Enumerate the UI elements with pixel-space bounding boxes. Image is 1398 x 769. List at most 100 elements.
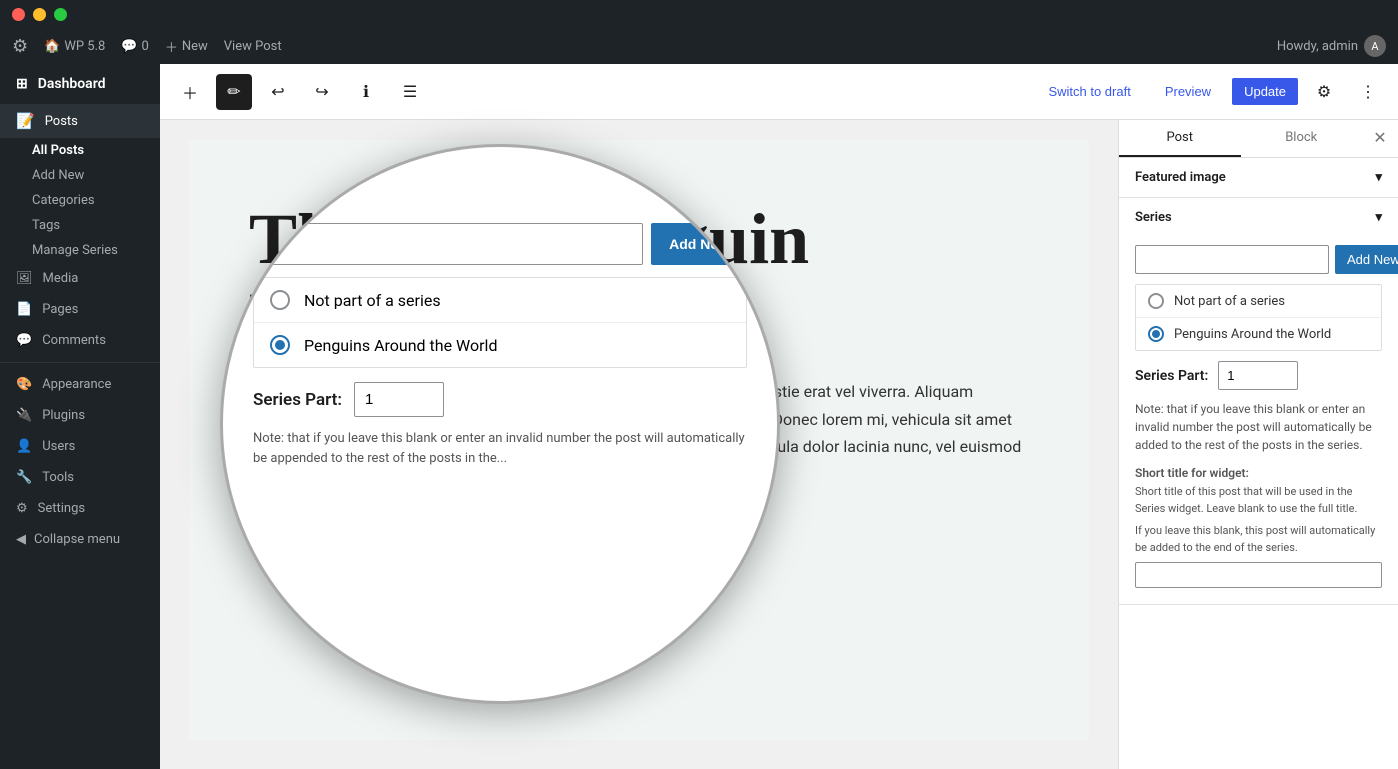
series-input-row: Add New [1135,245,1382,274]
site-name[interactable]: 🏠 WP 5.8 [44,39,105,54]
mag-series-item-1[interactable]: Penguins Around the World [254,322,746,367]
editor-toolbar: ＋ ✏ ↩ ↪ ℹ ☰ Switch to draft Preview Upda… [160,64,1398,120]
series-item-1[interactable]: Penguins Around the World [1136,317,1381,350]
mag-series-label-0: Not part of a series [304,291,441,310]
sidebar-item-pages[interactable]: 📄 Pages [0,294,160,325]
wp-admin-bar: ⚙ 🏠 WP 5.8 💬 0 ＋ New View Post Howdy, ad… [0,28,1398,64]
tab-block[interactable]: Block [1241,120,1363,157]
undo-button[interactable]: ↩ [260,74,296,110]
widget-note: Short title of this post that will be us… [1135,484,1382,517]
more-options-button[interactable]: ⋮ [1350,74,1386,110]
traffic-light-yellow[interactable] [33,8,46,21]
media-icon: 🖼 [16,271,33,286]
plugins-icon: 🔌 [16,408,32,423]
wp-content: ＋ ✏ ↩ ↪ ℹ ☰ Switch to draft Preview Upda… [160,64,1398,769]
mag-radio-0[interactable] [270,290,290,310]
series-item-label-1: Penguins Around the World [1174,327,1331,342]
mag-series-text-input[interactable] [253,223,643,265]
sidebar-sub-tags[interactable]: Tags [0,213,160,238]
home-icon: 🏠 [44,39,60,54]
series-list: Not part of a series Penguins Around the… [1135,284,1382,351]
panel-close-button[interactable]: ✕ [1362,120,1398,156]
sidebar-item-tools[interactable]: 🔧 Tools [0,462,160,493]
mag-series-part-label: Series Part: [253,390,342,410]
wp-main: ⊞ Dashboard 📝 Posts All Posts Add New Ca… [0,64,1398,769]
series-radio-0[interactable] [1148,293,1164,309]
comments-bar-item[interactable]: 💬 0 [121,39,149,54]
collapse-icon: ◀ [16,532,26,547]
traffic-light-red[interactable] [12,8,25,21]
title-bar [0,0,1398,28]
series-part-input[interactable] [1218,361,1298,390]
sidebar-sub-categories[interactable]: Categories [0,188,160,213]
mag-series-part-input[interactable] [354,382,444,417]
sidebar-item-posts[interactable]: 📝 Posts [0,104,160,138]
widget-label: Short title for widget: [1135,466,1382,480]
howdy-label: Howdy, admin A [1277,35,1386,57]
sidebar-item-comments[interactable]: 💬 Comments [0,325,160,356]
settings-icon: ⚙ [16,501,28,516]
list-view-button[interactable]: ☰ [392,74,428,110]
sidebar-item-media[interactable]: 🖼 Media [0,263,160,294]
featured-image-chevron: ▾ [1375,170,1382,185]
sidebar-item-appearance[interactable]: 🎨 Appearance [0,369,160,400]
traffic-light-green[interactable] [54,8,67,21]
series-label: Series [1135,210,1172,225]
view-post-bar-item[interactable]: View Post [224,39,282,54]
post-canvas[interactable]: The King Penguin Big Deal Lorem ipsum do… [160,120,1118,769]
widget-note2: If you leave this blank, this post will … [1135,523,1382,556]
featured-image-section: Featured image ▾ [1119,158,1398,198]
new-bar-item[interactable]: ＋ New [165,37,208,56]
settings-panel: Post Block ✕ Featured image ▾ Series ▾ [1118,120,1398,769]
mag-note: Note: that if you leave this blank or en… [253,429,747,469]
tab-post[interactable]: Post [1119,120,1241,157]
add-block-button[interactable]: ＋ [172,74,208,110]
update-button[interactable]: Update [1232,78,1298,105]
sidebar-item-plugins[interactable]: 🔌 Plugins [0,400,160,431]
mag-series-item-0[interactable]: Not part of a series [254,278,746,322]
wp-sidebar: ⊞ Dashboard 📝 Posts All Posts Add New Ca… [0,64,160,769]
info-button[interactable]: ℹ [348,74,384,110]
panel-tabs: Post Block ✕ [1119,120,1398,158]
switch-to-draft-button[interactable]: Switch to draft [1035,77,1143,106]
sidebar-item-settings[interactable]: ⚙ Settings [0,493,160,524]
series-chevron: ▾ [1375,210,1382,225]
mag-radio-1[interactable] [270,335,290,355]
sidebar-sub-add-new[interactable]: Add New [0,163,160,188]
series-part-row: Series Part: [1135,361,1382,390]
editor-area: The King Penguin Big Deal Lorem ipsum do… [160,120,1398,769]
wp-logo-icon[interactable]: ⚙ [12,36,28,57]
settings-gear-button[interactable]: ⚙ [1306,74,1342,110]
sidebar-sub-manage-series[interactable]: Manage Series [0,238,160,263]
comments-icon: 💬 [16,333,32,348]
redo-button[interactable]: ↪ [304,74,340,110]
users-icon: 👤 [16,439,32,454]
preview-button[interactable]: Preview [1152,77,1224,106]
series-note: Note: that if you leave this blank or en… [1135,400,1382,454]
mag-input-row: Add New [253,223,747,265]
plus-icon: ＋ [165,37,178,56]
mag-series-list: Not part of a series Penguins Around the… [253,277,747,368]
posts-icon: 📝 [16,112,35,130]
comment-icon: 💬 [121,39,137,54]
series-item-0[interactable]: Not part of a series [1136,285,1381,317]
series-section-header[interactable]: Series ▾ [1119,198,1398,237]
series-section-content: Add New Not part of a series Penguins Ar… [1119,237,1398,604]
featured-image-label: Featured image [1135,170,1226,185]
series-add-new-button[interactable]: Add New [1335,245,1398,274]
sidebar-sub-all-posts[interactable]: All Posts [0,138,160,163]
edit-button[interactable]: ✏ [216,74,252,110]
widget-input[interactable] [1135,562,1382,588]
series-section: Series ▾ Add New Not part of a series [1119,198,1398,605]
tools-icon: 🔧 [16,470,32,485]
featured-image-header[interactable]: Featured image ▾ [1119,158,1398,197]
sidebar-dashboard[interactable]: ⊞ Dashboard [0,64,160,104]
series-part-label: Series Part: [1135,368,1208,384]
dashboard-icon: ⊞ [16,76,28,92]
series-text-input[interactable] [1135,245,1329,274]
series-radio-1[interactable] [1148,326,1164,342]
pages-icon: 📄 [16,302,32,317]
collapse-menu[interactable]: ◀ Collapse menu [0,524,160,555]
sidebar-item-users[interactable]: 👤 Users [0,431,160,462]
appearance-icon: 🎨 [16,377,32,392]
